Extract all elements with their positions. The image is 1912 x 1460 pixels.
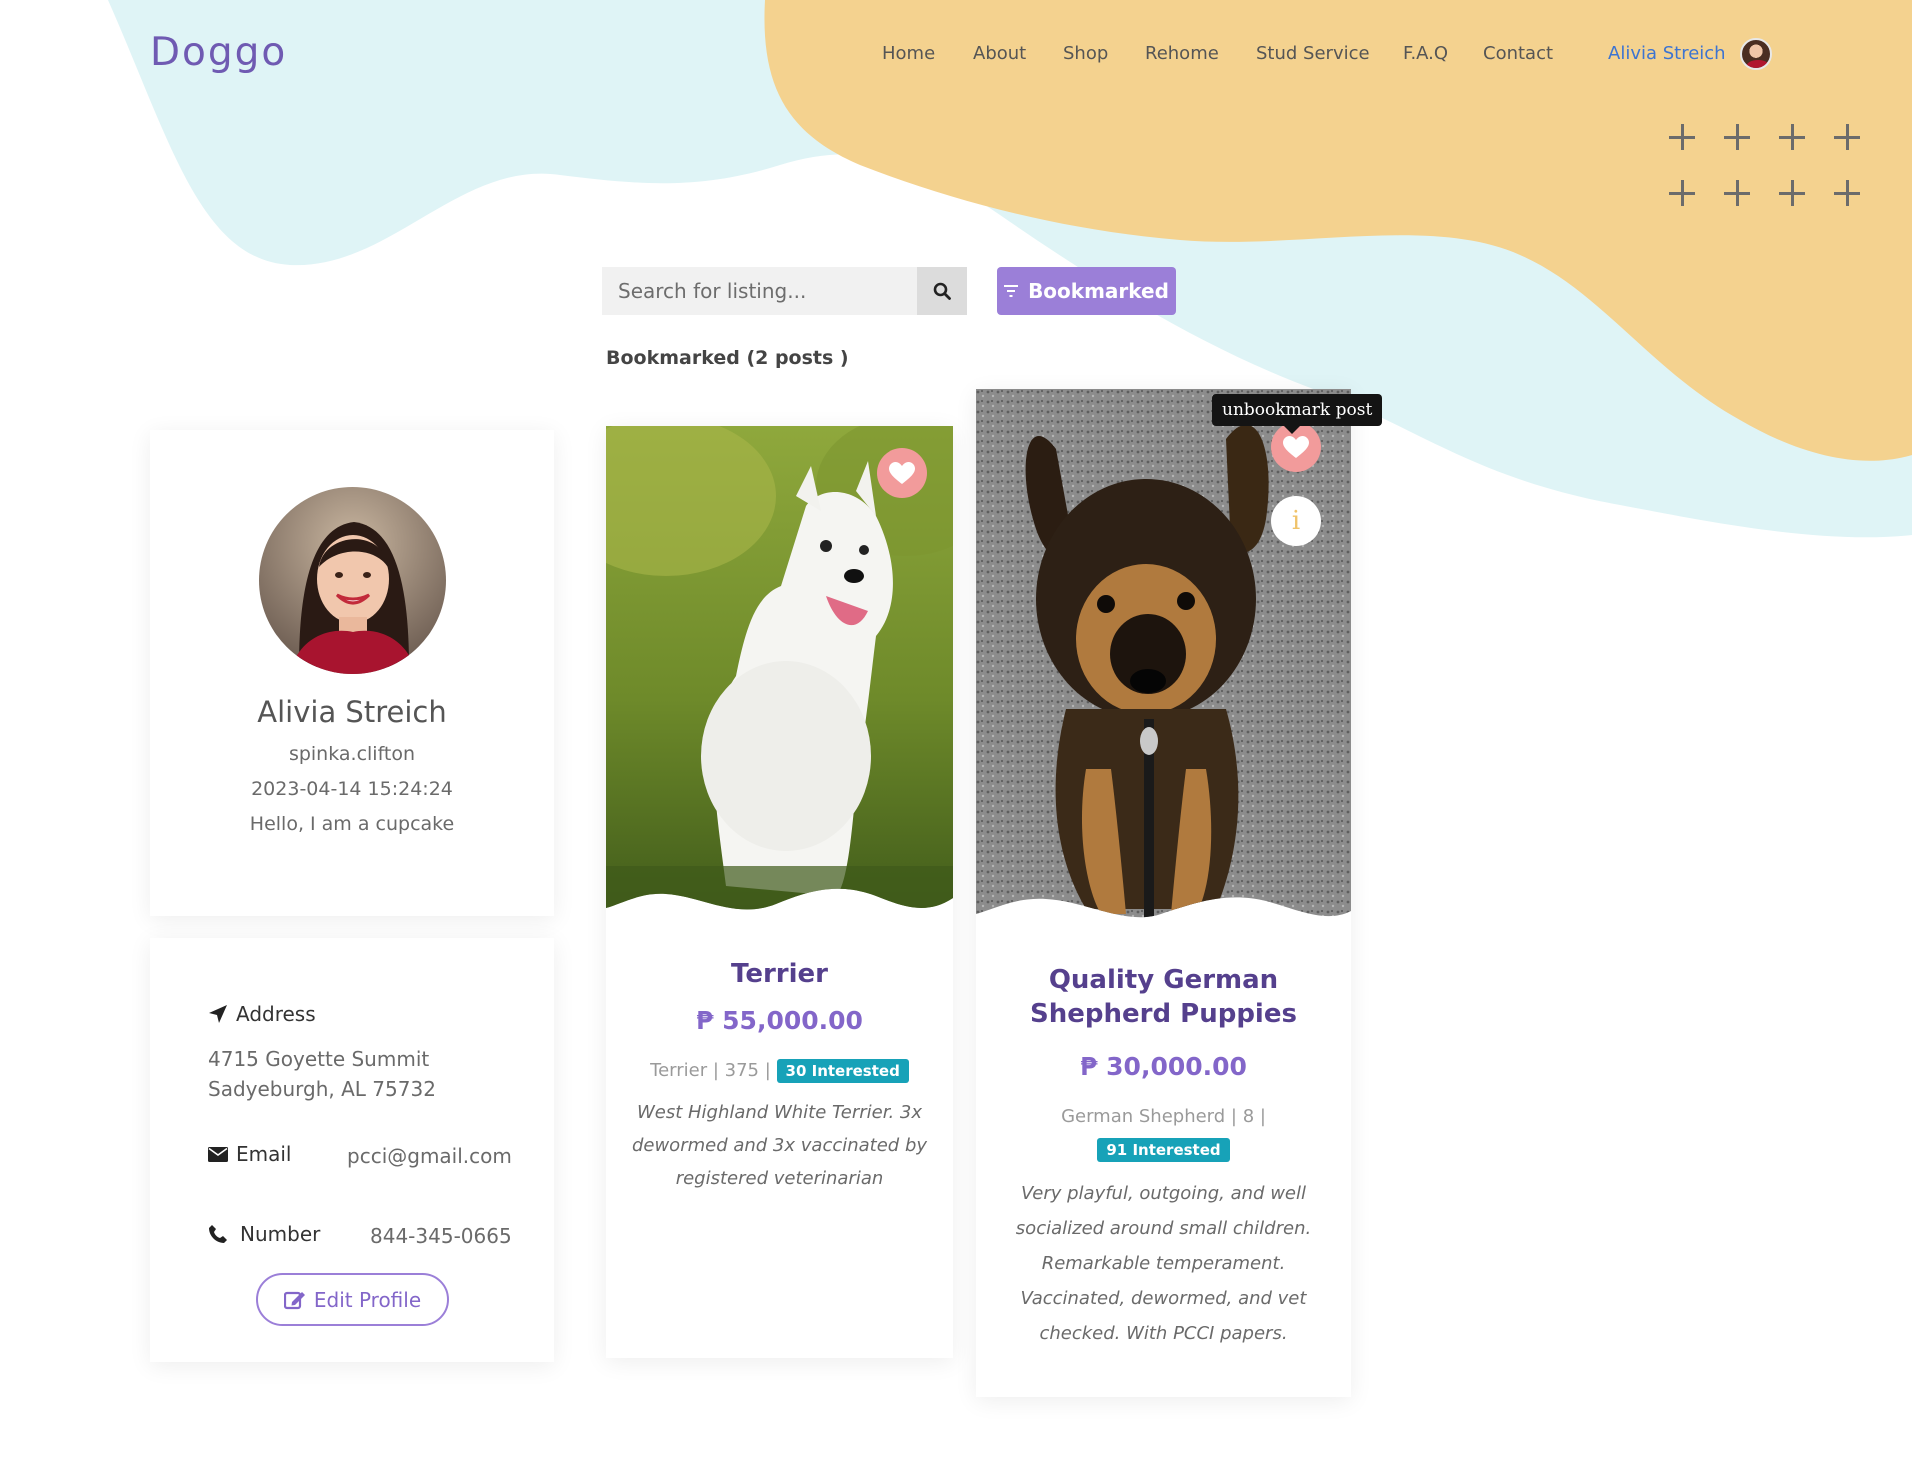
info-icon: i <box>1291 506 1301 536</box>
bookmark-heart-button[interactable] <box>877 448 927 498</box>
listing-description: West Highland White Terrier. 3x dewormed… <box>631 1102 928 1189</box>
plus-icon <box>1779 180 1805 206</box>
nav-stud-service[interactable]: Stud Service <box>1256 43 1370 64</box>
heart-icon <box>889 461 915 484</box>
number-label-row: Number <box>208 1222 320 1246</box>
interested-badge: 30 Interested <box>776 1059 909 1083</box>
listing-photo[interactable] <box>606 426 953 922</box>
listing-meta: Terrier | 375 | 30 Interested <box>606 1059 953 1083</box>
profile-bio: Hello, I am a cupcake <box>249 813 455 835</box>
phone-icon <box>209 1225 227 1243</box>
listing-title[interactable]: Terrier <box>606 957 953 991</box>
profile-name: Alivia Streich <box>257 695 447 729</box>
plus-icon <box>1724 124 1750 150</box>
envelope-icon <box>208 1146 228 1162</box>
listing-card[interactable]: Terrier ₱ 55,000.00 Terrier | 375 | 30 I… <box>606 426 953 1358</box>
address-line-1: 4715 Goyette Summit <box>208 1047 430 1071</box>
bookmarked-filter-label: Bookmarked <box>1028 279 1169 303</box>
listing-breed-meta: German Shepherd | 8 | <box>1061 1106 1266 1127</box>
listing-title-line-2[interactable]: Shepherd Puppies <box>976 997 1351 1031</box>
profile-username: spinka.clifton <box>288 743 416 765</box>
unbookmark-tooltip: unbookmark post <box>1212 394 1383 434</box>
decorative-plus-grid <box>1663 118 1863 208</box>
address-label: Address <box>236 1002 316 1026</box>
nav-about[interactable]: About <box>973 43 1026 64</box>
nav-user-avatar[interactable] <box>1740 38 1772 70</box>
email-value: pcci@gmail.com <box>347 1144 512 1168</box>
plus-icon <box>1724 180 1750 206</box>
address-line-2: Sadyeburgh, AL 75732 <box>208 1077 436 1101</box>
search-button[interactable] <box>917 267 967 315</box>
nav-contact[interactable]: Contact <box>1483 43 1553 64</box>
edit-icon <box>283 1291 305 1309</box>
location-arrow-icon <box>209 1005 227 1023</box>
profile-joined-date: 2023-04-14 15:24:24 <box>251 778 453 800</box>
plus-icon <box>1779 124 1805 150</box>
plus-icon <box>1669 180 1695 206</box>
nav-faq[interactable]: F.A.Q <box>1403 43 1448 64</box>
listing-price: ₱ 55,000.00 <box>696 1006 863 1035</box>
email-label: Email <box>236 1142 292 1166</box>
listing-badge-row: 91 Interested <box>976 1138 1351 1162</box>
section-title: Bookmarked (2 posts ) <box>606 347 849 369</box>
search-input[interactable] <box>602 267 917 315</box>
nav-user-name[interactable]: Alivia Streich <box>1608 43 1726 64</box>
listing-card[interactable]: i unbookmark post Quality German Shepher… <box>976 389 1383 1397</box>
heart-icon <box>1283 435 1309 458</box>
address-label-row: Address <box>208 1002 316 1026</box>
interested-badge: 91 Interested <box>1097 1138 1230 1162</box>
number-value: 844-345-0665 <box>370 1224 512 1248</box>
contact-card: Address 4715 Goyette Summit Sadyeburgh, … <box>150 938 554 1362</box>
search-bar <box>602 267 967 315</box>
number-label: Number <box>240 1222 321 1246</box>
nav-home[interactable]: Home <box>882 43 935 64</box>
plus-icon <box>1669 124 1695 150</box>
info-button[interactable]: i <box>1271 496 1321 546</box>
profile-avatar <box>259 487 446 674</box>
plus-icon <box>1834 180 1860 206</box>
profile-card: Alivia Streich spinka.clifton 2023-04-14… <box>150 430 554 916</box>
listing-price: ₱ 30,000.00 <box>1080 1052 1247 1081</box>
plus-icon <box>1834 124 1860 150</box>
listing-breed-meta: Terrier | 375 | <box>650 1060 771 1081</box>
edit-profile-label: Edit Profile <box>313 1287 422 1312</box>
nav-shop[interactable]: Shop <box>1063 43 1108 64</box>
listing-title-line-1[interactable]: Quality German <box>976 963 1351 997</box>
filter-icon <box>1004 285 1019 297</box>
search-icon <box>933 282 951 300</box>
edit-profile-button[interactable]: Edit Profile <box>256 1273 449 1326</box>
listing-description: Very playful, outgoing, and well sociali… <box>1015 1183 1312 1344</box>
bookmarked-filter-button[interactable]: Bookmarked <box>997 267 1176 315</box>
nav-rehome[interactable]: Rehome <box>1145 43 1219 64</box>
email-label-row: Email <box>208 1142 292 1166</box>
